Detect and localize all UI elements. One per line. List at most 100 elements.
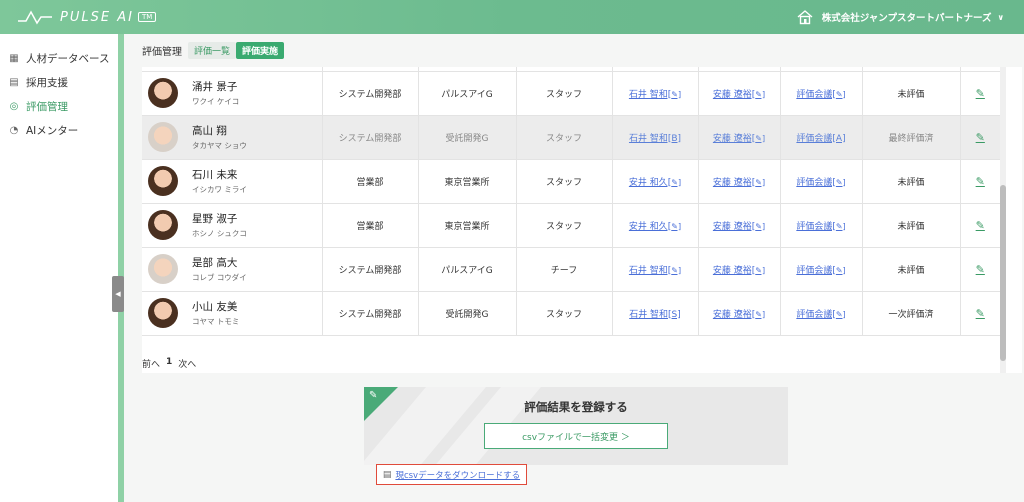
edit-icon[interactable]: ✎ xyxy=(976,263,985,276)
app-header: PULSE AI TM 株式会社ジャンプスタートパートナーズ ∨ xyxy=(0,0,1024,34)
evaluator1-link[interactable]: 安井 和久[✎] xyxy=(629,178,681,188)
meeting-cell: 評価会議[A] xyxy=(780,115,863,160)
meeting-cell: 評価会議[✎] xyxy=(780,203,863,248)
status-cell: 未評価 xyxy=(862,247,961,292)
pencil-icon: ✎] xyxy=(671,89,682,99)
next-page-link[interactable]: 次へ xyxy=(178,357,196,370)
meeting-link[interactable]: 評価会議[A] xyxy=(796,134,845,144)
current-page: 1 xyxy=(166,357,173,367)
app-logo[interactable]: PULSE AI TM xyxy=(18,9,157,25)
employee-name: 涌井 景子 xyxy=(192,81,238,93)
download-csv-link[interactable]: ▤ 現csvデータをダウンロードする xyxy=(376,464,527,485)
evaluator2-cell: 安藤 遼裕[✎] xyxy=(698,159,781,204)
home-icon xyxy=(797,10,813,25)
evaluator1-link[interactable]: 安井 和久[✎] xyxy=(629,222,681,232)
pencil-icon: ✎] xyxy=(755,221,766,231)
meeting-cell: 評価会議[✎] xyxy=(780,291,863,336)
evaluator1-cell: 石井 智和[B] xyxy=(612,115,699,160)
edit-cell: ✎ xyxy=(960,159,1000,204)
sidebar-item-ai-mentor[interactable]: ◔ AIメンター xyxy=(0,118,118,142)
meeting-link[interactable]: 評価会議[✎] xyxy=(796,266,845,276)
evaluator2-link[interactable]: 安藤 遼裕[✎] xyxy=(713,90,765,100)
sidebar-item-evaluation[interactable]: ◎ 評価管理 xyxy=(0,94,118,118)
evaluator1-link[interactable]: 石井 智和[✎] xyxy=(629,266,681,276)
meeting-cell: 評価会議[✎] xyxy=(780,159,863,204)
table-row[interactable]: 星野 淑子 ホシノ シュクコ 営業部 東京営業所 スタッフ 安井 和久[✎] 安藤 遼裕[✎… xyxy=(142,203,1000,248)
edit-icon[interactable]: ✎ xyxy=(976,131,985,144)
pencil-icon: ✎] xyxy=(835,265,846,275)
employee-cell: 星野 淑子 ホシノ シュクコ xyxy=(142,203,323,248)
avatar xyxy=(148,78,178,108)
edit-cell: ✎ xyxy=(960,203,1000,248)
edit-cell: ✎ xyxy=(960,115,1000,160)
sidebar-item-label: 人材データベース xyxy=(26,52,110,65)
sidebar-collapse-toggle[interactable]: ◀ xyxy=(112,276,124,312)
download-csv-label: 現csvデータをダウンロードする xyxy=(395,470,521,481)
evaluator2-link[interactable]: 安藤 遼裕[✎] xyxy=(713,310,765,320)
evaluator2-label: 安藤 遼裕[ xyxy=(712,221,756,232)
meeting-link[interactable]: 評価会議[✎] xyxy=(796,310,845,320)
table-scrollbar[interactable] xyxy=(1000,67,1006,373)
edit-icon[interactable]: ✎ xyxy=(976,87,985,100)
edit-icon[interactable]: ✎ xyxy=(976,219,985,232)
edit-icon[interactable]: ✎ xyxy=(976,307,985,320)
department-cell: システム開発部 xyxy=(322,247,419,292)
scrollbar-thumb[interactable] xyxy=(1000,185,1006,361)
pencil-icon: ✎] xyxy=(835,89,846,99)
status-cell: 一次評価済 xyxy=(862,291,961,336)
status-cell: 未評価 xyxy=(862,159,961,204)
group-cell: 東京営業所 xyxy=(418,159,517,204)
department-cell: システム開発部 xyxy=(322,115,419,160)
department-cell: システム開発部 xyxy=(322,71,419,116)
evaluator1-label: 石井 智和[S] xyxy=(629,309,681,320)
tab-evaluation-list[interactable]: 評価一覧 xyxy=(188,41,237,59)
sidebar-item-recruitment[interactable]: ▤ 採用支援 xyxy=(0,70,118,94)
prev-page-link[interactable]: 前へ xyxy=(142,357,160,370)
evaluator2-link[interactable]: 安藤 遼裕[✎] xyxy=(713,134,765,144)
evaluator2-link[interactable]: 安藤 遼裕[✎] xyxy=(713,222,765,232)
employee-kana: ホシノ シュクコ xyxy=(192,229,247,238)
department-cell: 営業部 xyxy=(322,159,419,204)
pencil-icon: ✎] xyxy=(835,309,846,319)
role-cell: スタッフ xyxy=(516,291,613,336)
meeting-link[interactable]: 評価会議[✎] xyxy=(796,178,845,188)
meeting-label: 評価会議[ xyxy=(796,309,836,320)
evaluator1-link[interactable]: 石井 智和[✎] xyxy=(629,90,681,100)
edit-icon[interactable]: ✎ xyxy=(976,175,985,188)
evaluator2-label: 安藤 遼裕[ xyxy=(712,309,756,320)
meeting-label: 評価会議[A] xyxy=(796,133,846,144)
sidebar-item-talent-database[interactable]: ▦ 人材データベース xyxy=(0,46,118,70)
evaluator1-link[interactable]: 石井 智和[S] xyxy=(629,310,681,320)
table-row[interactable]: 是部 高大 コレブ コウダイ システム開発部 パルスアイG チーフ 石井 智和[✎] 安藤 … xyxy=(142,247,1000,292)
csv-bulk-update-button[interactable]: csvファイルで一括変更 ＞ xyxy=(484,423,668,449)
app-badge: TM xyxy=(137,12,157,22)
evaluator2-link[interactable]: 安藤 遼裕[✎] xyxy=(713,266,765,276)
breadcrumb: 評価管理 評価一覧 評価実施 xyxy=(142,41,285,59)
tab-evaluation-execution[interactable]: 評価実施 xyxy=(236,41,285,59)
meeting-link[interactable]: 評価会議[✎] xyxy=(796,222,845,232)
edit-cell: ✎ xyxy=(960,291,1000,336)
evaluator1-label: 安井 和久[ xyxy=(628,221,672,232)
pencil-icon: ✎] xyxy=(671,221,682,231)
department-cell: 営業部 xyxy=(322,203,419,248)
pencil-icon: ✎] xyxy=(671,177,682,187)
pencil-icon: ✎] xyxy=(835,177,846,187)
pencil-icon: ✎] xyxy=(755,133,766,143)
table-row[interactable]: 石川 未来 イシカワ ミライ 営業部 東京営業所 スタッフ 安井 和久[✎] 安藤 遼裕[✎… xyxy=(142,159,1000,204)
evaluator2-cell: 安藤 遼裕[✎] xyxy=(698,203,781,248)
evaluator1-link[interactable]: 石井 智和[B] xyxy=(629,134,681,144)
sidebar-item-label: 評価管理 xyxy=(26,100,68,113)
evaluator2-link[interactable]: 安藤 遼裕[✎] xyxy=(713,178,765,188)
evaluator2-label: 安藤 遼裕[ xyxy=(712,177,756,188)
evaluator1-cell: 安井 和久[✎] xyxy=(612,159,699,204)
table-row[interactable]: 高山 翔タカヤマ ショウ システム開発部 受託開発G スタッフ 石井 智和[B] 安藤 遼… xyxy=(142,115,1000,160)
company-menu[interactable]: 株式会社ジャンプスタートパートナーズ ∨ xyxy=(796,0,1004,34)
table-row[interactable]: 涌井 景子 ワクイ ケイコ システム開発部 パルスアイG スタッフ 石井 智和[✎] 安藤 … xyxy=(142,71,1000,116)
employee-name: 小山 友美 xyxy=(192,301,238,313)
group-cell: 受託開発G xyxy=(418,115,517,160)
pencil-icon: ✎] xyxy=(835,221,846,231)
employee-kana: コレブ コウダイ xyxy=(192,273,247,282)
meeting-label: 評価会議[ xyxy=(796,177,836,188)
table-row[interactable]: 小山 友美 コヤマ トモミ システム開発部 受託開発G スタッフ 石井 智和[S] 安藤 遼… xyxy=(142,291,1000,336)
meeting-link[interactable]: 評価会議[✎] xyxy=(796,90,845,100)
